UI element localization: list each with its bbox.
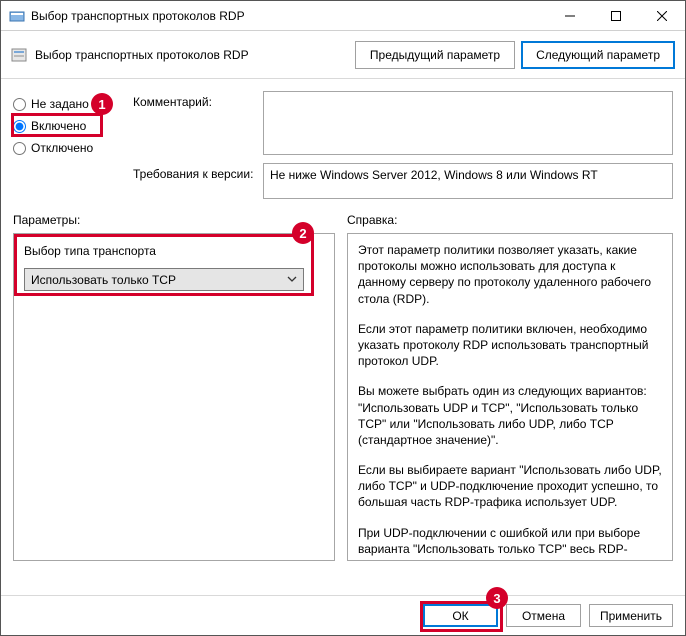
help-p5: При UDP-подключении с ошибкой или при вы… [358,525,666,561]
window-title: Выбор транспортных протоколов RDP [31,9,547,23]
titlebar: Выбор транспортных протоколов RDP [1,1,685,31]
comment-label: Комментарий: [133,91,263,155]
help-p2: Если этот параметр политики включен, нео… [358,321,666,370]
radio-disabled-label: Отключено [31,141,93,155]
help-p1: Этот параметр политики позволяет указать… [358,242,666,307]
transport-combobox-value: Использовать только TCP [31,273,176,287]
radio-disabled-input[interactable] [13,142,26,155]
ok-button[interactable]: ОК 3 [423,604,498,627]
policy-icon [11,47,27,63]
radio-not-configured-label: Не задано [31,97,89,111]
parameters-panel: Выбор типа транспорта Использовать тольк… [13,233,335,561]
bottom-bar: ОК 3 Отмена Применить [1,595,685,635]
next-setting-button[interactable]: Следующий параметр [521,41,675,69]
transport-combobox[interactable]: Использовать только TCP [24,268,304,291]
close-button[interactable] [639,1,685,31]
header-title: Выбор транспортных протоколов RDP [35,48,349,62]
apply-button[interactable]: Применить [589,604,673,627]
previous-setting-button[interactable]: Предыдущий параметр [355,41,515,69]
fields: Комментарий: Требования к версии: Не ниж… [123,91,673,207]
minimize-button[interactable] [547,1,593,31]
version-text: Не ниже Windows Server 2012, Windows 8 и… [270,168,598,182]
radio-enabled-input[interactable] [13,120,26,133]
cancel-button[interactable]: Отмена [506,604,581,627]
radio-disabled[interactable]: Отключено [13,141,123,155]
window-buttons [547,1,685,31]
help-p3: Вы можете выбрать один из следующих вари… [358,383,666,448]
comment-textarea[interactable] [263,91,673,155]
radio-enabled[interactable]: Включено [13,119,123,133]
header: Выбор транспортных протоколов RDP Предыд… [1,31,685,79]
help-panel[interactable]: Этот параметр политики позволяет указать… [347,233,673,561]
content: Не задано Включено Отключено 1 Комментар… [1,81,685,595]
dialog-window: Выбор транспортных протоколов RDP Выбор … [0,0,686,636]
state-radio-group: Не задано Включено Отключено 1 [13,91,123,207]
radio-not-configured[interactable]: Не задано [13,97,123,111]
version-label: Требования к версии: [133,163,263,199]
parameters-header: Параметры: [13,213,335,227]
help-p4: Если вы выбираете вариант "Использовать … [358,462,666,511]
ok-button-label: ОК [452,609,468,623]
version-box: Не ниже Windows Server 2012, Windows 8 и… [263,163,673,199]
chevron-down-icon [287,273,297,287]
app-icon [9,8,25,24]
radio-enabled-label: Включено [31,119,86,133]
maximize-button[interactable] [593,1,639,31]
help-header: Справка: [347,213,673,227]
radio-not-configured-input[interactable] [13,98,26,111]
transport-label: Выбор типа транспорта [24,244,324,258]
